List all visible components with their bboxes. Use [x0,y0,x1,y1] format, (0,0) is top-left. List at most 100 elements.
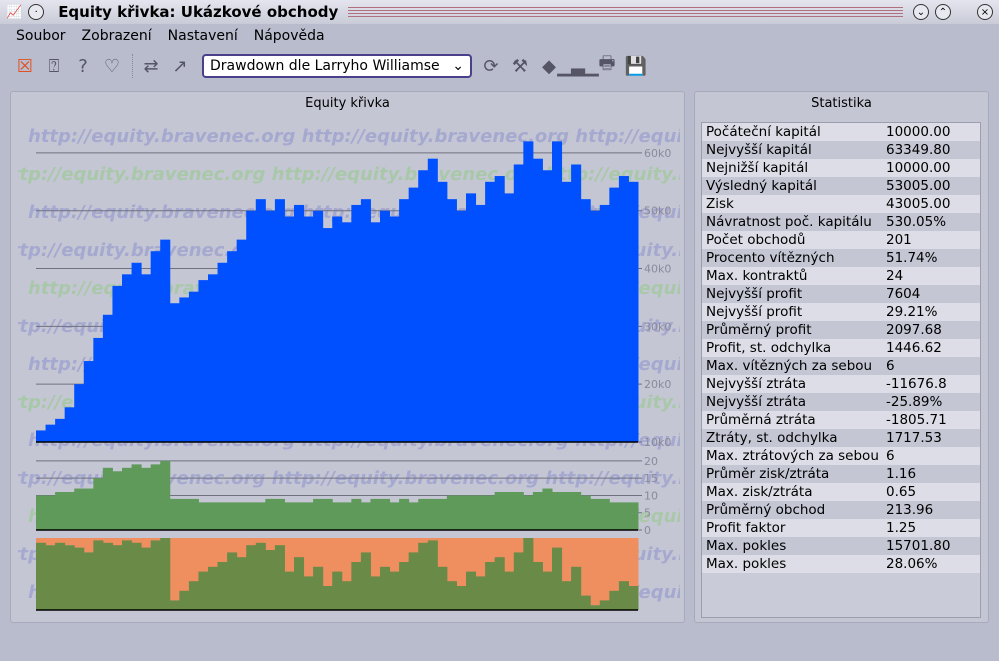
stat-label: Počáteční kapitál [706,124,821,140]
stat-label: Max. vítězných za sebou [706,358,873,374]
tools-icon[interactable]: ⚒ [507,53,533,79]
drawdown-bar [427,540,438,610]
drawdown-bar [389,571,400,610]
toolbar-separator [132,54,134,78]
bar [427,158,438,442]
menu-soubor[interactable]: Soubor [16,28,66,44]
drawdown-bar [513,552,524,610]
bar [427,498,438,530]
stats-row: Nejvyšší profit 29.21% [702,303,980,321]
minimize-button[interactable]: ⌄ [913,4,929,20]
y-tick-label: 15 [644,472,658,485]
stat-label: Návratnost poč. kapitálu [706,214,872,230]
y-tick-label: 20k0 [644,378,671,391]
bar [198,280,209,442]
bar [341,502,352,530]
bar [466,495,477,530]
stats-row: Nejvyšší profit 7604 [702,285,980,303]
stat-value: 10000.00 [886,160,951,176]
drawdown-bar [446,581,457,610]
drawdown-bar [494,557,505,610]
stat-label: Nejvyšší kapitál [706,142,812,158]
bar [274,498,285,530]
bar [246,210,257,442]
chevron-down-icon: ⌄ [452,58,464,74]
stat-value: -1805.71 [886,412,947,428]
save-icon[interactable]: 💾 [623,53,649,79]
max-drawdown-bar [169,538,180,601]
window-title: Equity křivka: Ukázkové obchody [58,3,339,21]
bar [160,460,171,530]
drawdown-bar [141,547,152,610]
arrow-icon[interactable]: ↗ [167,53,193,79]
bar [150,251,161,442]
help-book-icon[interactable]: ⍰ [41,53,67,79]
stats-row: Průměrný profit 2097.68 [702,321,980,339]
stat-value: 28.06% [886,556,938,572]
drawdown-bar [188,581,199,610]
chart-type-select[interactable]: Drawdown dle Larryho Williamse ⌄ [202,54,472,78]
bar [55,418,66,442]
swap-icon[interactable]: ⇄ [138,53,164,79]
stats-row: Nejvyšší kapitál 63349.80 [702,141,980,159]
bar [628,181,639,442]
bar [236,239,247,442]
stat-value: 1.16 [886,466,917,482]
bar [504,193,515,442]
bar [265,210,276,442]
y-tick-label: 30k0 [644,320,671,333]
menu-zobrazeni[interactable]: Zobrazení [82,28,152,44]
help-icon[interactable]: ? [70,53,96,79]
bar [217,262,228,442]
bar [179,297,190,442]
stats-panel-title: Statistika [811,96,872,111]
drawdown-bar [351,562,362,610]
stat-label: Výsledný kapitál [706,178,817,194]
y-tick-label: 50k0 [644,205,671,218]
maximize-button[interactable]: ⌃ [935,4,951,20]
bar [131,464,142,530]
bar [494,176,505,442]
bar [552,492,563,530]
drawdown-bar [561,581,572,610]
bar [599,204,610,442]
bar [523,495,534,530]
menu-nastaveni[interactable]: Nastavení [168,28,238,44]
max-drawdown-bar [599,538,610,606]
drawdown-bar [475,576,486,610]
close-file-icon[interactable]: ☒ [12,53,38,79]
toolbar: ☒ ⍰ ? ♡ ⇄ ↗ Drawdown dle Larryho William… [0,50,999,82]
close-button[interactable]: × [977,4,993,20]
stats-row: Průměrná ztráta -1805.71 [702,411,980,429]
bar [437,181,448,442]
max-drawdown-bar [64,538,75,546]
histogram-icon[interactable]: ▁▃▁ [557,53,599,79]
bar [408,187,419,442]
drawdown-bar [236,557,247,610]
bar [590,210,601,442]
bar [160,239,171,442]
print-icon[interactable]: 🖶 [594,53,620,79]
bar [64,407,75,442]
drawdown-bar [341,581,352,610]
bar [628,502,639,530]
stat-label: Průměrný profit [706,322,812,338]
drawdown-bar [571,566,582,610]
stat-value: 213.96 [886,502,934,518]
drawdown-bar [227,552,238,610]
drawdown-bar [504,571,515,610]
bar [418,170,429,442]
bar [169,498,180,530]
drawdown-bar [255,542,266,610]
bar [45,495,56,530]
bar [322,498,333,530]
whats-this-icon[interactable]: ♡ [99,53,125,79]
drawdown-bar [208,566,219,610]
drawdown-bar [485,562,496,610]
bar [93,478,104,530]
refresh-icon[interactable]: ⟳ [478,53,504,79]
bar [542,170,553,442]
window-menu-button[interactable]: · [28,4,45,20]
menu-napoveda[interactable]: Nápověda [254,28,325,44]
drawdown-bar [74,547,85,610]
